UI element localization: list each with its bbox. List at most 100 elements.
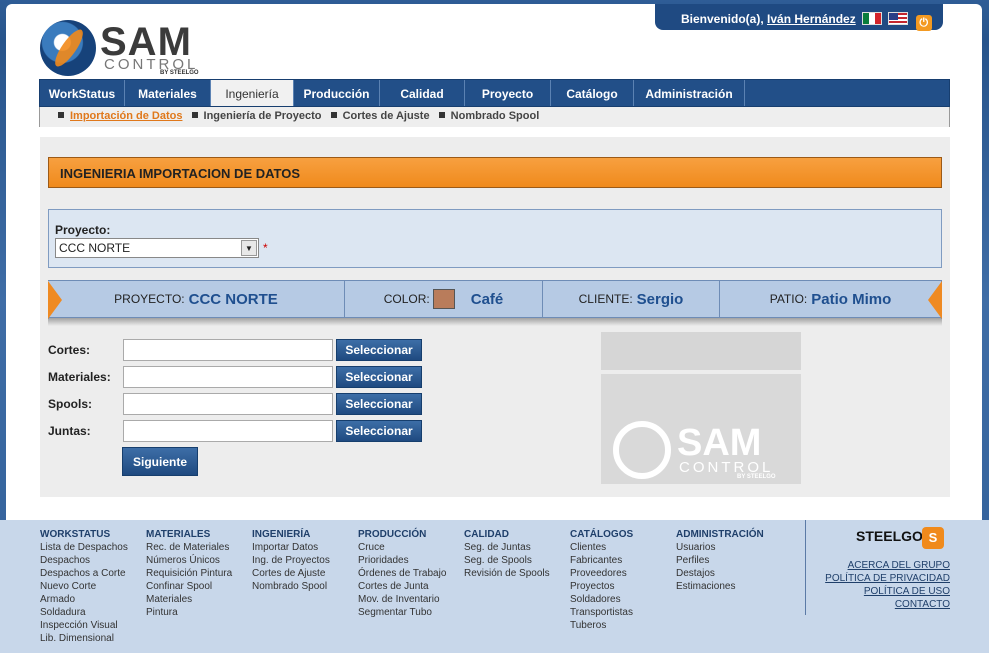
footer-link[interactable]: Nuevo Corte bbox=[40, 580, 128, 593]
footer-column-title[interactable]: CATÁLOGOS bbox=[570, 528, 633, 541]
juntas-select-button[interactable]: Seleccionar bbox=[336, 420, 422, 442]
footer-link-acerca[interactable]: ACERCA DEL GRUPO bbox=[848, 560, 950, 571]
footer-link[interactable]: Cortes de Ajuste bbox=[252, 567, 330, 580]
footer-link[interactable]: Importar Datos bbox=[252, 541, 330, 554]
footer-link[interactable]: Revisión de Spools bbox=[464, 567, 550, 580]
nav-proyecto[interactable]: Proyecto bbox=[465, 80, 551, 106]
materiales-select-button[interactable]: Seleccionar bbox=[336, 366, 422, 388]
footer-link[interactable]: Pintura bbox=[146, 606, 232, 619]
footer-link[interactable]: Usuarios bbox=[676, 541, 764, 554]
subnav-ingenieria-proyecto[interactable]: Ingeniería de Proyecto bbox=[204, 110, 322, 122]
subnav-importacion[interactable]: Importación de Datos bbox=[70, 110, 182, 122]
footer-column-title[interactable]: CALIDAD bbox=[464, 528, 550, 541]
spools-file-input[interactable] bbox=[123, 393, 333, 415]
nav-catalogo[interactable]: Catálogo bbox=[551, 80, 634, 106]
materiales-file-input[interactable] bbox=[123, 366, 333, 388]
user-name-link[interactable]: Iván Hernández bbox=[767, 12, 856, 26]
left-chevron-icon bbox=[48, 281, 62, 319]
project-selector-box: Proyecto: CCC NORTE ▼ * bbox=[48, 209, 942, 268]
sub-nav: Importación de Datos Ingeniería de Proye… bbox=[39, 107, 950, 127]
cortes-select-button[interactable]: Seleccionar bbox=[336, 339, 422, 361]
footer-link[interactable]: Soldadores bbox=[570, 593, 633, 606]
logo-by-text: BY STEELGO bbox=[160, 70, 199, 76]
footer-link[interactable]: Confinar Spool bbox=[146, 580, 232, 593]
footer-link[interactable]: Números Únicos bbox=[146, 554, 232, 567]
nav-administracion[interactable]: Administración bbox=[634, 80, 745, 106]
footer-link[interactable]: Perfiles bbox=[676, 554, 764, 567]
footer-link[interactable]: Requisición Pintura bbox=[146, 567, 232, 580]
nav-calidad[interactable]: Calidad bbox=[380, 80, 465, 106]
footer-link[interactable]: Cruce bbox=[358, 541, 446, 554]
footer-column-title[interactable]: INGENIERÍA bbox=[252, 528, 330, 541]
footer-link[interactable]: Segmentar Tubo bbox=[358, 606, 446, 619]
spools-select-button[interactable]: Seleccionar bbox=[336, 393, 422, 415]
footer-column-title[interactable]: WORKSTATUS bbox=[40, 528, 128, 541]
nav-ingenieria[interactable]: Ingeniería bbox=[211, 80, 294, 106]
subnav-cortes-ajuste[interactable]: Cortes de Ajuste bbox=[343, 110, 430, 122]
right-chevron-icon bbox=[928, 281, 942, 319]
footer-link[interactable]: Lista de Despachos bbox=[40, 541, 128, 554]
info-proyecto: PROYECTO: CCC NORTE bbox=[48, 281, 345, 317]
page-title: INGENIERIA IMPORTACION DE DATOS bbox=[48, 157, 942, 188]
chevron-down-icon[interactable]: ▼ bbox=[241, 240, 257, 256]
usa-flag-icon[interactable] bbox=[888, 12, 909, 25]
nav-materiales[interactable]: Materiales bbox=[125, 80, 211, 106]
footer-column-title[interactable]: MATERIALES bbox=[146, 528, 232, 541]
footer-link[interactable]: Ing. de Proyectos bbox=[252, 554, 330, 567]
footer-link[interactable]: Destajos bbox=[676, 567, 764, 580]
footer-column-title[interactable]: ADMINISTRACIÓN bbox=[676, 528, 764, 541]
footer-link[interactable]: Transportistas bbox=[570, 606, 633, 619]
footer-link[interactable]: Seg. de Spools bbox=[464, 554, 550, 567]
footer-link[interactable]: Despachos a Corte bbox=[40, 567, 128, 580]
power-icon[interactable]: ⏻ bbox=[915, 15, 932, 31]
footer-link-contacto[interactable]: CONTACTO bbox=[895, 599, 950, 610]
steelgo-logo[interactable]: STEELGO bbox=[856, 528, 923, 544]
footer-link[interactable]: Rec. de Materiales bbox=[146, 541, 232, 554]
mexico-flag-icon[interactable] bbox=[862, 12, 883, 25]
footer-column: INGENIERÍA Importar Datos Ing. de Proyecto… bbox=[252, 528, 330, 593]
footer: WORKSTATUS Lista de Despachos Despachos Des… bbox=[0, 520, 989, 653]
footer-link[interactable]: Clientes bbox=[570, 541, 633, 554]
sam-control-logo[interactable]: SAM CONTROL BY STEELGO bbox=[40, 20, 220, 80]
bullet-icon bbox=[438, 112, 445, 118]
project-select[interactable]: CCC NORTE ▼ bbox=[55, 238, 259, 258]
footer-link[interactable]: Lib. Dimensional bbox=[40, 632, 128, 645]
materiales-label: Materiales: bbox=[48, 370, 111, 384]
footer-link-privacidad[interactable]: POLÍTICA DE PRIVACIDAD bbox=[825, 573, 950, 584]
footer-link[interactable]: Mov. de Inventario bbox=[358, 593, 446, 606]
footer-column: CATÁLOGOS Clientes Fabricantes Proveedores P… bbox=[570, 528, 633, 632]
cortes-file-input[interactable] bbox=[123, 339, 333, 361]
footer-link[interactable]: Armado bbox=[40, 593, 128, 606]
footer-link[interactable]: Inspección Visual bbox=[40, 619, 128, 632]
nav-workstatus[interactable]: WorkStatus bbox=[40, 80, 125, 106]
footer-link[interactable]: Tuberos bbox=[570, 619, 633, 632]
footer-link[interactable]: Cortes de Junta bbox=[358, 580, 446, 593]
footer-link[interactable]: Órdenes de Trabajo bbox=[358, 567, 446, 580]
juntas-file-input[interactable] bbox=[123, 420, 333, 442]
spools-row: Spools: Seleccionar bbox=[48, 393, 428, 415]
footer-column-title[interactable]: PRODUCCIÓN bbox=[358, 528, 446, 541]
main-content: INGENIERIA IMPORTACION DE DATOS Proyecto… bbox=[40, 137, 950, 497]
footer-link[interactable]: Estimaciones bbox=[676, 580, 764, 593]
footer-link[interactable]: Soldadura bbox=[40, 606, 128, 619]
footer-link[interactable]: Seg. de Juntas bbox=[464, 541, 550, 554]
footer-link[interactable]: Prioridades bbox=[358, 554, 446, 567]
preview-header bbox=[601, 332, 801, 370]
materiales-row: Materiales: Seleccionar bbox=[48, 366, 428, 388]
next-button[interactable]: Siguiente bbox=[122, 447, 198, 476]
preview-sam-text: SAM bbox=[677, 422, 762, 464]
project-label: Proyecto: bbox=[55, 223, 111, 237]
subnav-nombrado-spool[interactable]: Nombrado Spool bbox=[451, 110, 540, 122]
footer-link[interactable]: Proveedores bbox=[570, 567, 633, 580]
footer-link[interactable]: Proyectos bbox=[570, 580, 633, 593]
footer-link[interactable]: Nombrado Spool bbox=[252, 580, 330, 593]
footer-link-uso[interactable]: POLÍTICA DE USO bbox=[864, 586, 950, 597]
nav-produccion[interactable]: Producción bbox=[294, 80, 380, 106]
footer-link[interactable]: Fabricantes bbox=[570, 554, 633, 567]
footer-link[interactable]: Materiales bbox=[146, 593, 232, 606]
welcome-bar: Bienvenido(a), Iván Hernández ⏻ bbox=[655, 4, 943, 31]
color-swatch bbox=[432, 289, 455, 309]
logo-mark-icon bbox=[40, 20, 96, 76]
footer-link[interactable]: Despachos bbox=[40, 554, 128, 567]
info-cliente-value: Sergio bbox=[636, 290, 684, 308]
